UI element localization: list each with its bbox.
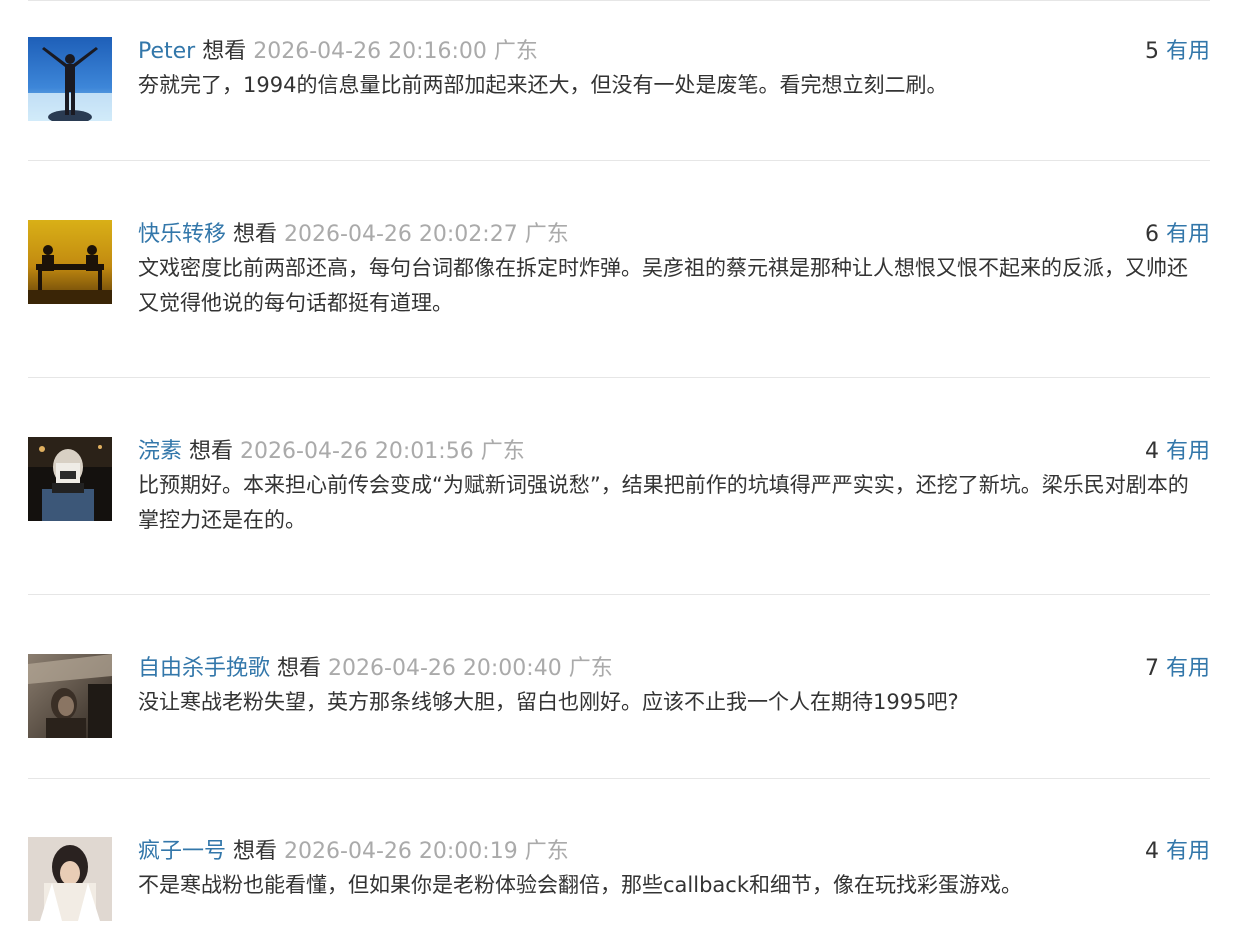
rating-status: 想看 xyxy=(189,439,234,464)
rating-status: 想看 xyxy=(233,839,278,864)
comment-time: 2026-04-26 20:16:00 xyxy=(253,39,487,64)
comment-location: 广东 xyxy=(480,439,525,464)
avatar[interactable] xyxy=(28,837,112,921)
vote-area: 4 有用 xyxy=(1145,837,1210,867)
divider xyxy=(28,160,1210,161)
rating-status: 想看 xyxy=(233,222,278,247)
comment-list: Peter 想看 2026-04-26 20:16:00 广东 5 有用 夯就完… xyxy=(0,0,1237,949)
comment-meta: 浣素 想看 2026-04-26 20:01:56 广东 xyxy=(138,437,525,467)
avatar[interactable] xyxy=(28,37,112,121)
comment-meta: Peter 想看 2026-04-26 20:16:00 广东 xyxy=(138,37,538,67)
comment-time: 2026-04-26 20:01:56 xyxy=(240,439,474,464)
vote-area: 6 有用 xyxy=(1145,220,1210,250)
rating-status: 想看 xyxy=(202,39,247,64)
comment-meta: 自由杀手挽歌 想看 2026-04-26 20:00:40 广东 xyxy=(138,654,613,684)
vote-area: 4 有用 xyxy=(1145,437,1210,467)
comment-meta: 疯子一号 想看 2026-04-26 20:00:19 广东 xyxy=(138,837,569,867)
username-link[interactable]: 自由杀手挽歌 xyxy=(138,656,270,681)
username-link[interactable]: Peter xyxy=(138,39,195,64)
comment-text: 夯就完了，1994的信息量比前两部加起来还大，但没有一处是废笔。看完想立刻二刷。 xyxy=(138,73,948,97)
avatar[interactable] xyxy=(28,437,112,521)
vote-count: 4 xyxy=(1144,839,1159,864)
useful-button[interactable]: 有用 xyxy=(1166,39,1210,64)
vote-area: 7 有用 xyxy=(1145,654,1210,684)
comment-location: 广东 xyxy=(568,656,613,681)
vote-count: 6 xyxy=(1144,222,1159,247)
vote-area: 5 有用 xyxy=(1145,37,1210,67)
rating-status: 想看 xyxy=(277,656,322,681)
username-link[interactable]: 疯子一号 xyxy=(138,839,226,864)
comment-meta: 快乐转移 想看 2026-04-26 20:02:27 广东 xyxy=(138,220,569,250)
vote-count: 5 xyxy=(1144,39,1159,64)
comment-text: 文戏密度比前两部还高，每句台词都像在拆定时炸弹。吴彦祖的蔡元祺是那种让人想恨又恨… xyxy=(138,256,1188,315)
username-link[interactable]: 快乐转移 xyxy=(138,222,226,247)
username-link[interactable]: 浣素 xyxy=(138,439,182,464)
divider xyxy=(28,778,1210,779)
vote-count: 4 xyxy=(1144,439,1159,464)
comment-text: 不是寒战粉也能看懂，但如果你是老粉体验会翻倍，那些callback和细节，像在玩… xyxy=(138,873,1022,897)
comment-location: 广东 xyxy=(524,839,569,864)
vote-count: 7 xyxy=(1144,656,1159,681)
divider xyxy=(28,594,1210,595)
comment-location: 广东 xyxy=(493,39,538,64)
useful-button[interactable]: 有用 xyxy=(1166,222,1210,247)
avatar[interactable] xyxy=(28,654,112,738)
comment-text: 比预期好。本来担心前传会变成“为赋新词强说愁”，结果把前作的坑填得严严实实，还挖… xyxy=(138,473,1189,532)
comment-time: 2026-04-26 20:02:27 xyxy=(284,222,518,247)
comment-location: 广东 xyxy=(524,222,569,247)
useful-button[interactable]: 有用 xyxy=(1166,656,1210,681)
useful-button[interactable]: 有用 xyxy=(1166,839,1210,864)
comment-text: 没让寒战老粉失望，英方那条线够大胆，留白也刚好。应该不止我一个人在期待1995吧… xyxy=(138,690,959,714)
avatar[interactable] xyxy=(28,220,112,304)
divider xyxy=(28,377,1210,378)
comment-time: 2026-04-26 20:00:19 xyxy=(284,839,518,864)
divider xyxy=(28,0,1210,1)
comment-time: 2026-04-26 20:00:40 xyxy=(328,656,562,681)
useful-button[interactable]: 有用 xyxy=(1166,439,1210,464)
